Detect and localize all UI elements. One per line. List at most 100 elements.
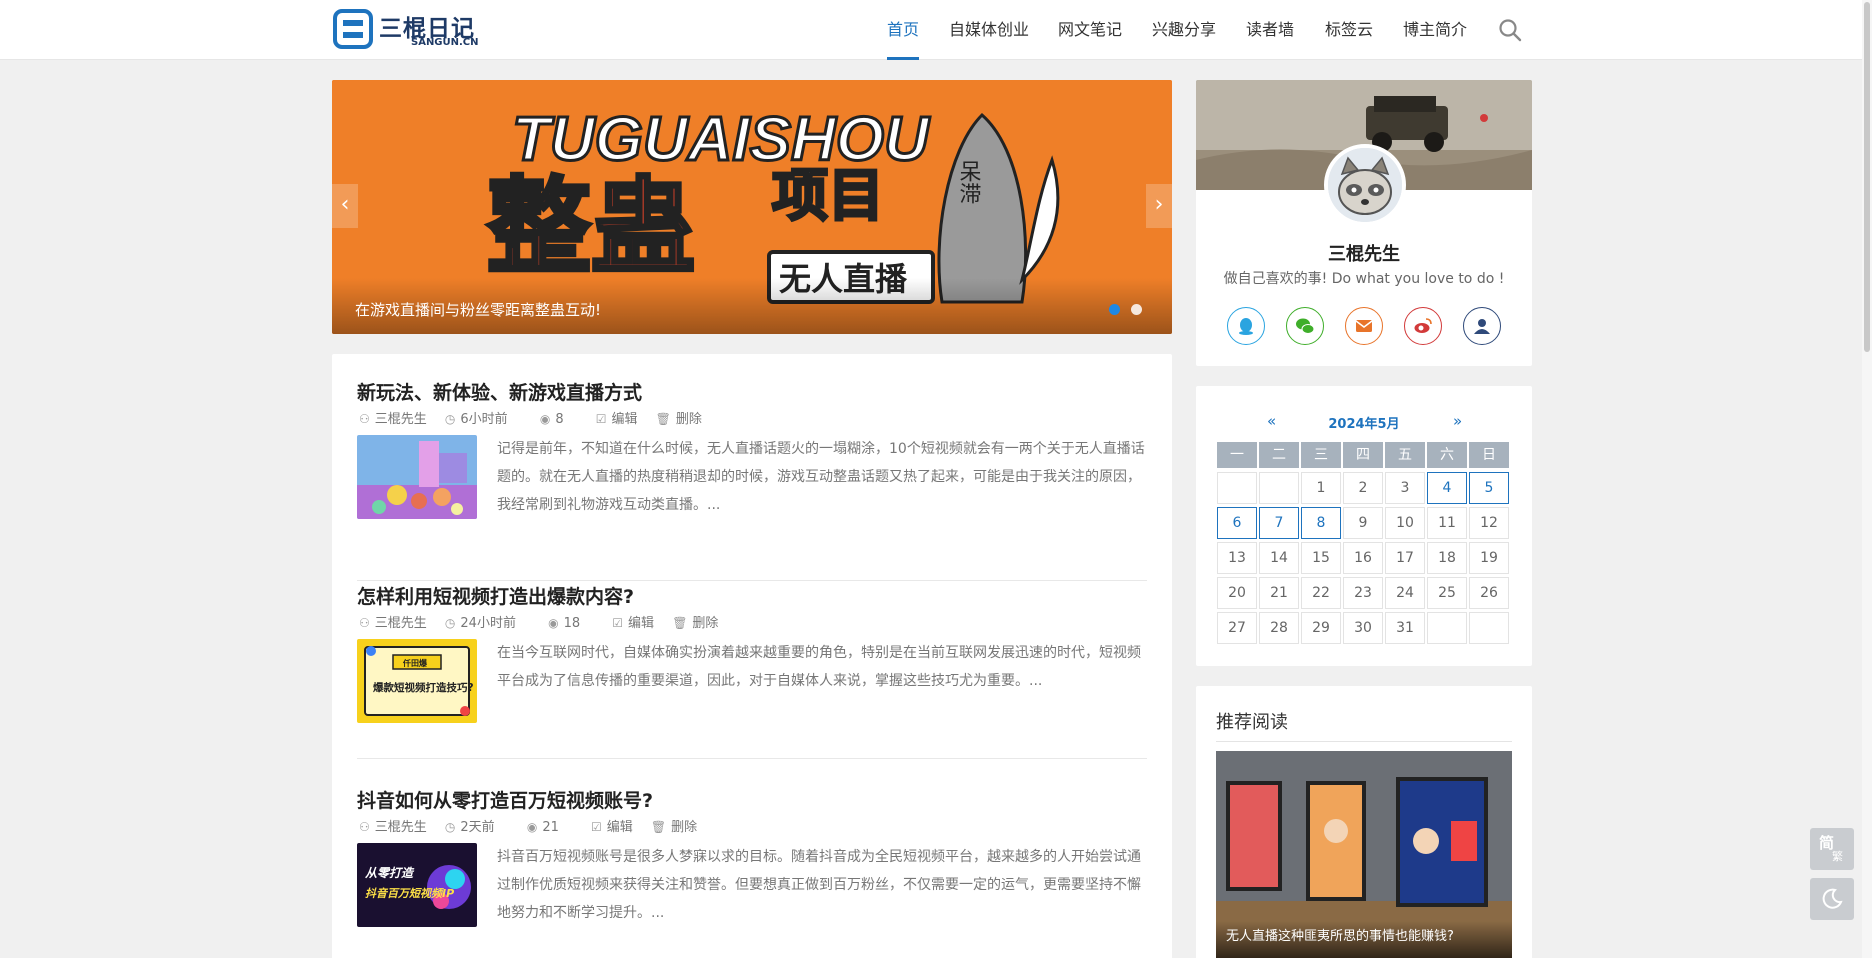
- post-meta: ⚇ 三棍先生 ◷ 6小时前 ◉ 8 ☑ 编辑 🗑 删除: [359, 408, 716, 427]
- avatar[interactable]: [1324, 144, 1406, 226]
- post-thumbnail[interactable]: 仟田爆 爆款短视频打造技巧?: [357, 639, 477, 723]
- post-edit: ☑ 编辑: [612, 616, 655, 631]
- site-logo[interactable]: 三棍日记 SANGUN.CN: [333, 9, 483, 51]
- calendar-day: 18: [1427, 542, 1467, 574]
- calendar-day[interactable]: 7: [1259, 507, 1299, 539]
- profile-card: 三棍先生 做自己喜欢的事! Do what you love to do !: [1196, 80, 1532, 366]
- post-excerpt: 抖音百万短视频账号是很多人梦寐以求的目标。随着抖音成为全民短视频平台，越来越多的…: [497, 849, 1141, 921]
- recommend-image[interactable]: 无人直播这种匪夷所思的事情也能赚钱?: [1216, 751, 1512, 958]
- post-thumbnail[interactable]: [357, 435, 477, 519]
- calendar-day: 24: [1385, 577, 1425, 609]
- calendar-day: 29: [1301, 612, 1341, 644]
- calendar-day: 3: [1385, 472, 1425, 504]
- search-icon[interactable]: [1498, 18, 1522, 42]
- calendar-day: 2: [1343, 472, 1383, 504]
- nav-item-about[interactable]: 博主简介: [1403, 0, 1467, 60]
- nav-item-interests[interactable]: 兴趣分享: [1152, 0, 1216, 60]
- calendar-day[interactable]: 5: [1469, 472, 1509, 504]
- calendar-weekday: 四: [1343, 442, 1383, 468]
- calendar-day[interactable]: 4: [1427, 472, 1467, 504]
- user-icon: ⚇: [359, 616, 370, 630]
- calendar-next-button[interactable]: »: [1453, 412, 1462, 430]
- translate-button[interactable]: 简 繁: [1810, 828, 1854, 870]
- calendar-day: 26: [1469, 577, 1509, 609]
- thumb-label-top: 仟田爆: [402, 658, 428, 668]
- post-time: ◷ 6小时前: [444, 412, 508, 427]
- thumb-label: 爆款短视频打造技巧?: [373, 681, 474, 694]
- scrollbar-thumb[interactable]: [1864, 2, 1870, 352]
- eye-icon: ◉: [539, 412, 551, 426]
- calendar-day: 28: [1259, 612, 1299, 644]
- post-title[interactable]: 怎样利用短视频打造出爆款内容?: [357, 582, 634, 609]
- calendar-day: 1: [1301, 472, 1341, 504]
- qq-icon[interactable]: [1227, 307, 1265, 345]
- calendar-day[interactable]: 8: [1301, 507, 1341, 539]
- post-edit: ☑ 编辑: [595, 412, 638, 427]
- post-delete: 🗑 删除: [672, 616, 719, 631]
- banner-title-cn: 整蛊: [487, 166, 695, 288]
- profile-name: 三棍先生: [1328, 244, 1400, 265]
- calendar-weekday: 五: [1385, 442, 1425, 468]
- calendar-empty-cell: [1259, 472, 1299, 504]
- banner-dot-1[interactable]: [1109, 304, 1120, 315]
- post-author: ⚇ 三棍先生: [359, 616, 427, 631]
- calendar-day: 31: [1385, 612, 1425, 644]
- calendar-day: 25: [1427, 577, 1467, 609]
- calendar-widget: « 2024年5月 » 一二三四五六日 1 2 3 4 5 6 7 8 9 10 11 12 13 14 15…: [1196, 386, 1532, 666]
- edit-icon: ☑: [595, 412, 607, 426]
- nav-item-home[interactable]: 首页: [887, 0, 920, 60]
- post-edit: ☑ 编辑: [591, 820, 633, 835]
- nav-item-novel-notes[interactable]: 网文笔记: [1058, 0, 1122, 60]
- calendar-weekday: 一: [1217, 442, 1257, 468]
- post-views: ◉ 21: [526, 820, 559, 835]
- banner-carousel[interactable]: TUGUAISHOU 整蛊 项目 无人直播 呆滞 在游戏直播间与粉丝零距离整蛊互…: [332, 80, 1172, 334]
- nav-item-tag-cloud[interactable]: 标签云: [1325, 0, 1373, 60]
- profile-motto: 做自己喜欢的事! Do what you love to do !: [1223, 271, 1505, 287]
- calendar-title: 2024年5月: [1328, 417, 1400, 432]
- thumb-label-1: 从零打造: [364, 866, 415, 880]
- user-icon: ⚇: [359, 412, 370, 426]
- calendar-day: 19: [1469, 542, 1509, 574]
- calendar-day: 13: [1217, 542, 1257, 574]
- calendar-day: 17: [1385, 542, 1425, 574]
- banner-dot-2[interactable]: [1131, 304, 1142, 315]
- post-title[interactable]: 新玩法、新体验、新游戏直播方式: [357, 378, 642, 405]
- post-time: ◷ 24小时前: [444, 616, 516, 631]
- post-list: 新玩法、新体验、新游戏直播方式 ⚇ 三棍先生 ◷ 6小时前 ◉ 8 ☑ 编辑 🗑 删除 记…: [332, 354, 1172, 958]
- translate-label-traditional: 繁: [1832, 850, 1843, 863]
- user-icon: ⚇: [359, 820, 370, 834]
- site-header: 三棍日记 SANGUN.CN 首页 自媒体创业 网文笔记 兴趣分享 读者墙 标签…: [0, 0, 1872, 60]
- clock-icon: ◷: [444, 412, 456, 426]
- eye-icon: ◉: [526, 820, 538, 834]
- calendar-day: 23: [1343, 577, 1383, 609]
- post-excerpt: 在当今互联网时代，自媒体确实扮演着越来越重要的角色，特别是在当前互联网发展迅速的…: [497, 645, 1141, 689]
- calendar-weekday: 日: [1469, 442, 1509, 468]
- page-scrollbar[interactable]: [1862, 0, 1872, 958]
- logo-subtext: SANGUN.CN: [411, 37, 479, 48]
- nav-item-media-startup[interactable]: 自媒体创业: [949, 0, 1029, 60]
- calendar-day: 21: [1259, 577, 1299, 609]
- post-thumbnail[interactable]: 从零打造 抖音百万短视频IP: [357, 843, 477, 927]
- banner-next-button[interactable]: ›: [1146, 184, 1172, 228]
- wechat-icon[interactable]: [1286, 307, 1324, 345]
- banner-prev-button[interactable]: ‹: [332, 184, 358, 228]
- weibo-icon[interactable]: [1404, 307, 1442, 345]
- banner-caption[interactable]: 在游戏直播间与粉丝零距离整蛊互动!: [355, 299, 601, 320]
- calendar-empty-cell: [1427, 612, 1467, 644]
- post-meta: ⚇ 三棍先生 ◷ 24小时前 ◉ 18 ☑ 编辑 🗑 删除: [359, 612, 732, 631]
- email-icon[interactable]: [1345, 307, 1383, 345]
- clock-icon: ◷: [444, 616, 456, 630]
- post-views: ◉ 8: [539, 412, 564, 427]
- calendar-day: 16: [1343, 542, 1383, 574]
- post-time: ◷ 2天前: [444, 820, 495, 835]
- moon-icon[interactable]: [1810, 878, 1854, 920]
- calendar-weekday: 三: [1301, 442, 1341, 468]
- recommend-title: 推荐阅读: [1216, 712, 1288, 733]
- post-title[interactable]: 抖音如何从零打造百万短视频账号?: [357, 786, 653, 813]
- eye-icon: ◉: [548, 616, 559, 630]
- recommend-caption[interactable]: 无人直播这种匪夷所思的事情也能赚钱?: [1226, 925, 1454, 944]
- nav-item-reader-wall[interactable]: 读者墙: [1246, 0, 1294, 60]
- trash-icon: 🗑: [655, 412, 671, 426]
- calendar-day[interactable]: 6: [1217, 507, 1257, 539]
- user-icon[interactable]: [1463, 307, 1501, 345]
